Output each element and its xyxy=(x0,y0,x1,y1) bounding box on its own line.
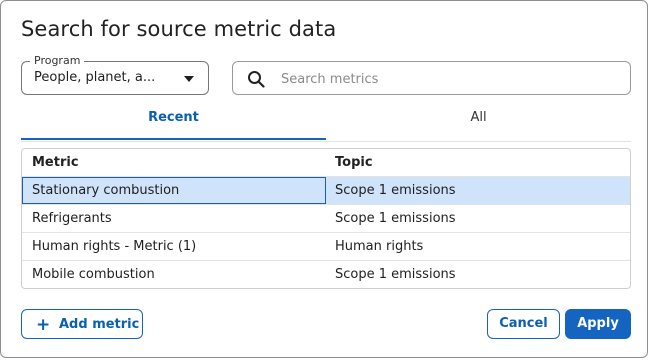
program-label: Program xyxy=(30,54,85,67)
topic-cell: Human rights xyxy=(335,239,424,254)
tab-bar: Recent All xyxy=(21,105,631,142)
search-icon xyxy=(248,71,265,88)
chevron-down-icon xyxy=(184,76,194,82)
search-metric-dialog: Search for source metric data Program Pe… xyxy=(0,0,648,358)
topic-cell: Scope 1 emissions xyxy=(335,211,456,226)
add-metric-button[interactable]: + Add metric xyxy=(21,309,143,339)
tab-recent[interactable]: Recent xyxy=(21,105,326,140)
table-header-row: Metric Topic xyxy=(22,149,630,177)
metric-cell: Refrigerants xyxy=(32,211,112,226)
column-header-topic: Topic xyxy=(335,155,373,170)
table-row[interactable]: Refrigerants Scope 1 emissions xyxy=(22,205,630,233)
topic-cell: Scope 1 emissions xyxy=(335,267,456,282)
metric-cell: Human rights - Metric (1) xyxy=(32,239,197,254)
program-value: People, planet, a... xyxy=(34,70,156,85)
tab-all[interactable]: All xyxy=(326,105,631,140)
apply-button[interactable]: Apply xyxy=(565,309,631,339)
search-input[interactable] xyxy=(279,68,613,90)
plus-icon: + xyxy=(36,315,51,335)
table-row[interactable]: Mobile combustion Scope 1 emissions xyxy=(22,261,630,288)
search-box[interactable] xyxy=(232,61,631,95)
add-metric-label: Add metric xyxy=(59,317,140,332)
dialog-title: Search for source metric data xyxy=(21,17,337,41)
program-select[interactable]: Program People, planet, a... xyxy=(21,54,209,95)
topic-cell: Scope 1 emissions xyxy=(335,183,456,198)
metric-cell: Mobile combustion xyxy=(32,267,155,282)
metrics-table: Metric Topic Stationary combustion Scope… xyxy=(21,148,631,289)
column-header-metric: Metric xyxy=(32,155,79,170)
cancel-button[interactable]: Cancel xyxy=(487,309,560,339)
metric-cell: Stationary combustion xyxy=(32,183,180,198)
table-row[interactable]: Human rights - Metric (1) Human rights xyxy=(22,233,630,261)
table-row[interactable]: Stationary combustion Scope 1 emissions xyxy=(22,177,630,205)
